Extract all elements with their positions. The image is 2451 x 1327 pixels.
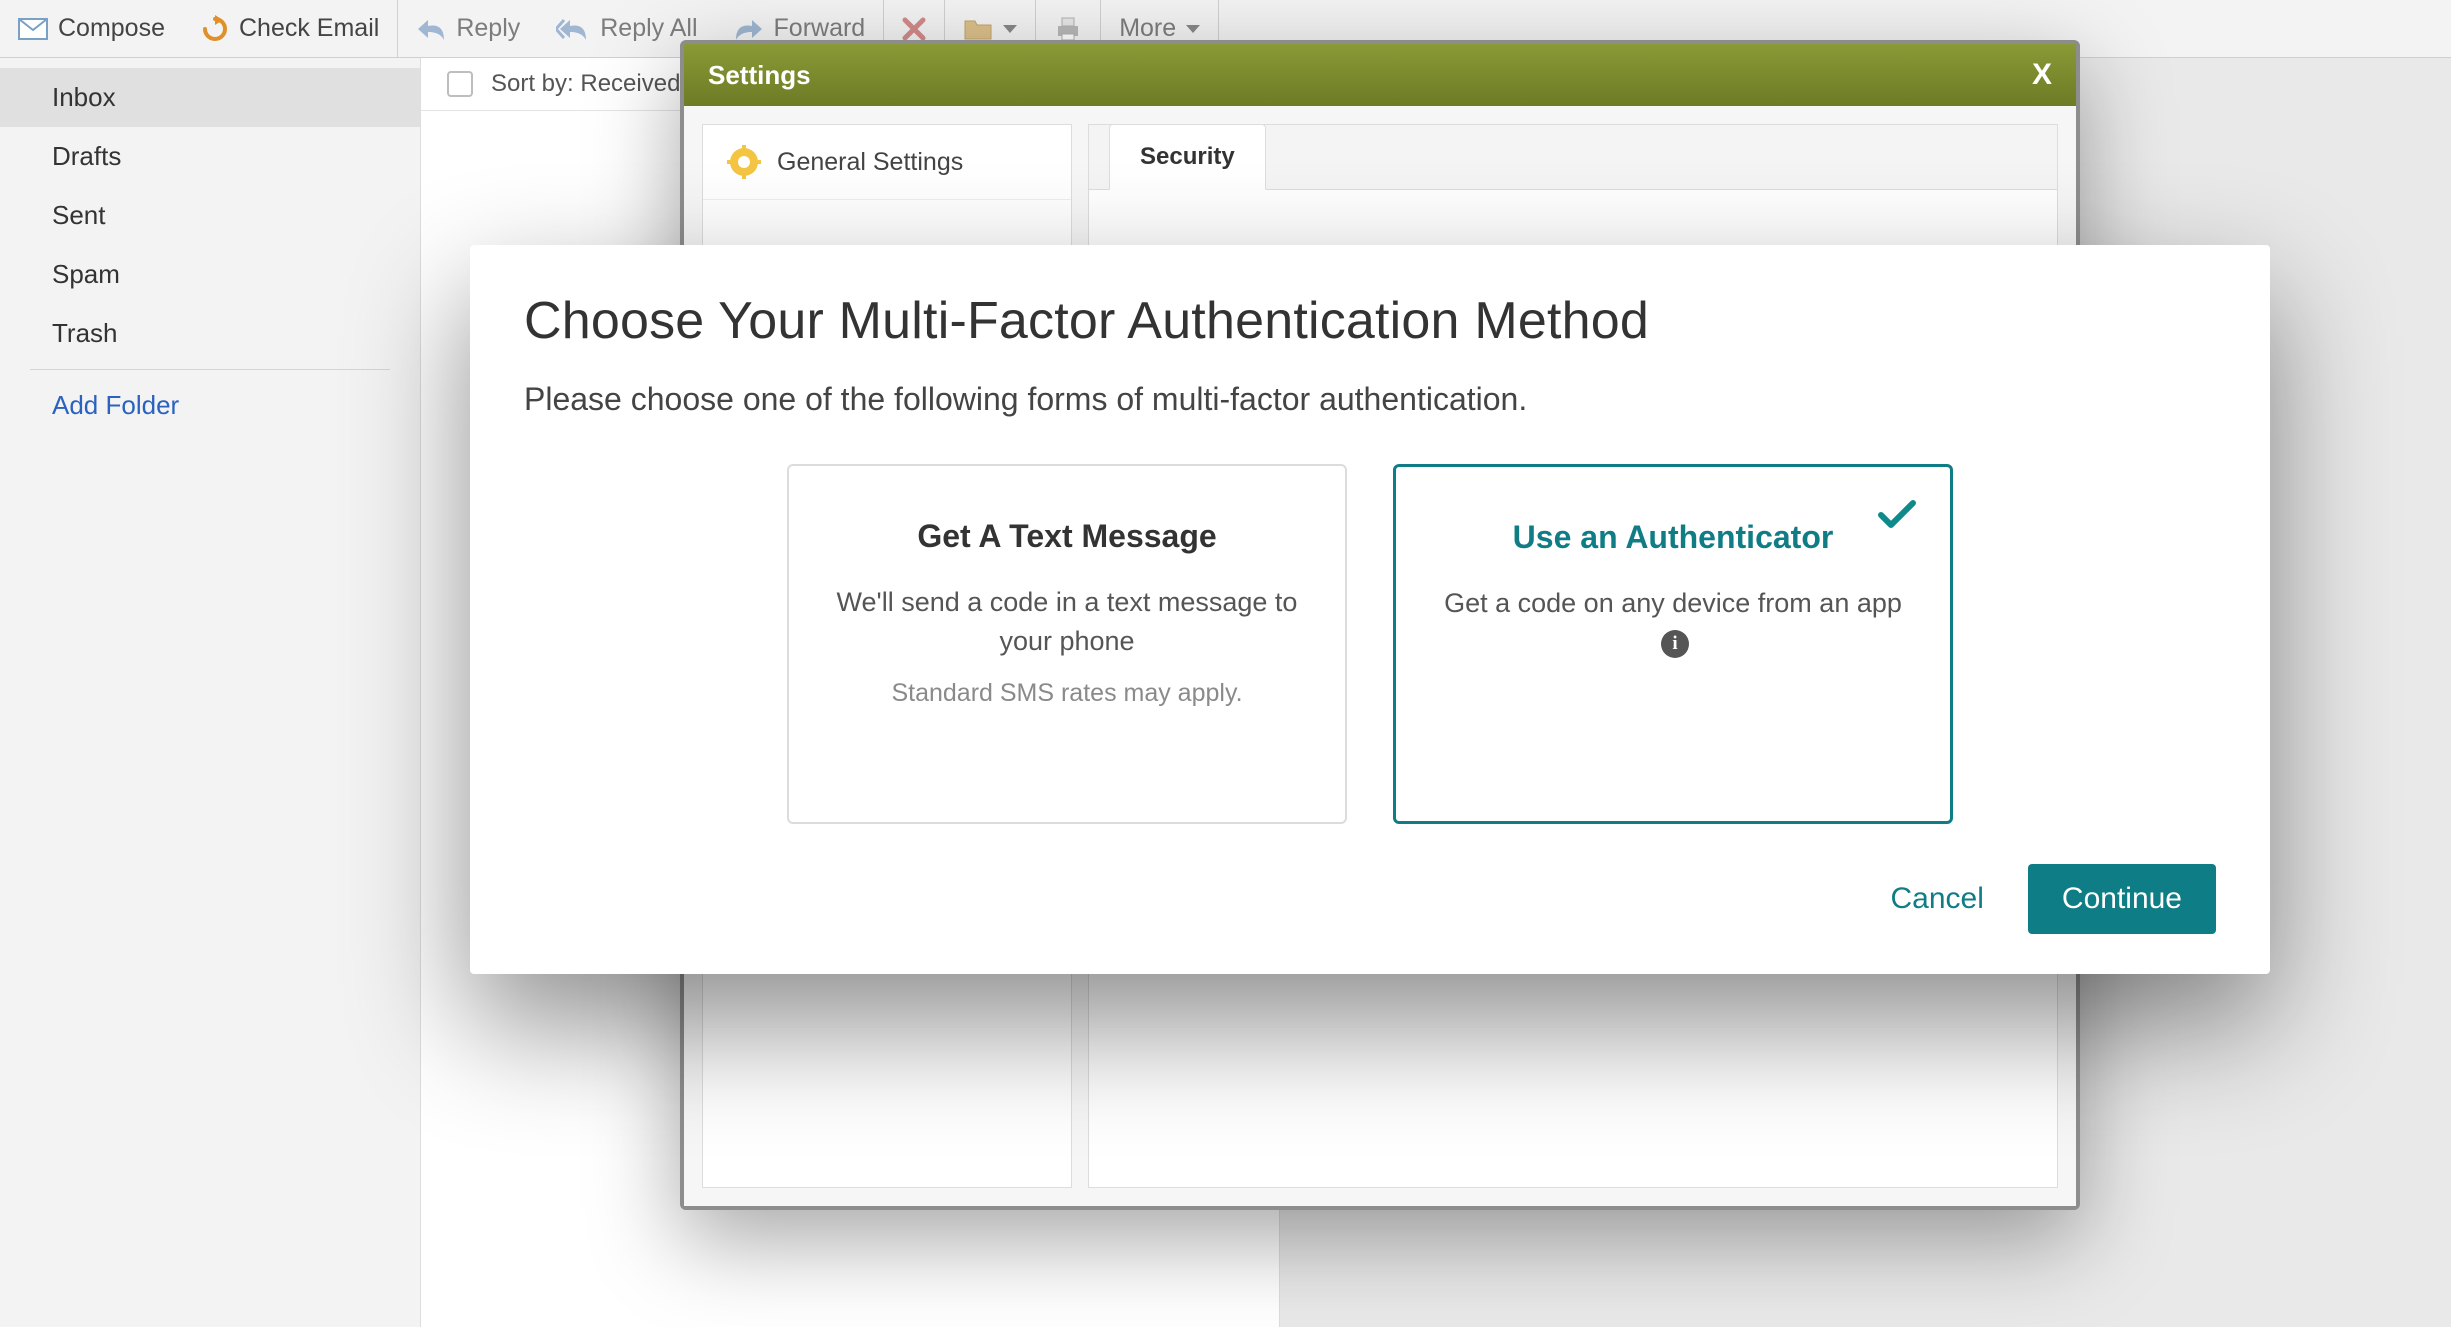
mfa-option-sms-desc: We'll send a code in a text message to y… — [825, 583, 1309, 661]
mfa-option-sms[interactable]: Get A Text Message We'll send a code in … — [787, 464, 1347, 824]
mfa-modal-actions: Cancel Continue — [524, 864, 2216, 934]
checkmark-icon — [1878, 499, 1916, 529]
mfa-modal-subtitle: Please choose one of the following forms… — [524, 381, 2216, 418]
info-icon[interactable]: i — [1661, 630, 1689, 658]
mfa-modal-title: Choose Your Multi-Factor Authentication … — [524, 291, 2216, 351]
mfa-options-row: Get A Text Message We'll send a code in … — [524, 464, 2216, 824]
continue-button[interactable]: Continue — [2028, 864, 2216, 934]
mfa-option-authenticator-desc: Get a code on any device from an app i — [1432, 584, 1914, 662]
mfa-modal: Choose Your Multi-Factor Authentication … — [470, 245, 2270, 974]
mfa-option-authenticator[interactable]: Use an Authenticator Get a code on any d… — [1393, 464, 1953, 824]
mfa-option-sms-fine: Standard SMS rates may apply. — [825, 675, 1309, 711]
mfa-option-authenticator-title: Use an Authenticator — [1432, 519, 1914, 556]
cancel-button[interactable]: Cancel — [1891, 882, 1984, 916]
mfa-option-sms-title: Get A Text Message — [825, 518, 1309, 555]
modal-overlay: Choose Your Multi-Factor Authentication … — [0, 0, 2451, 1327]
